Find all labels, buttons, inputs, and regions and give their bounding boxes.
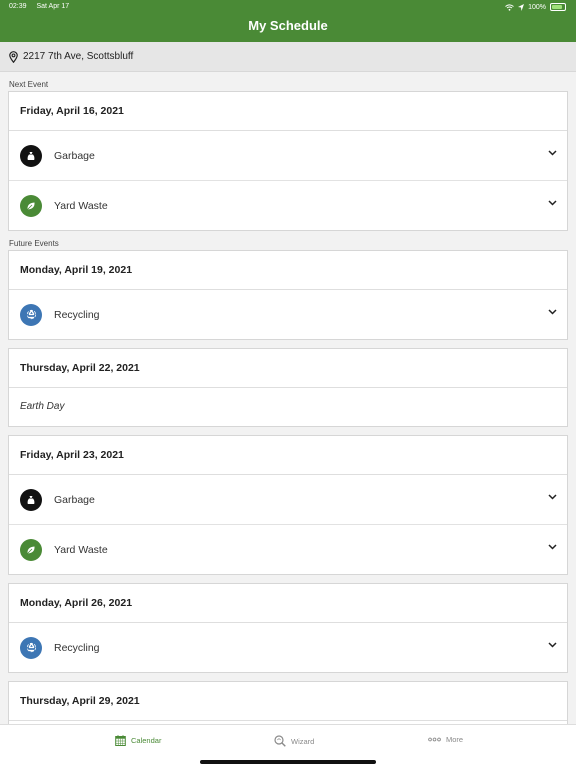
address-text: 2217 7th Ave, Scottsbluff [23,51,134,62]
tab-more[interactable]: More [428,735,463,744]
event-date: Monday, April 19, 2021 [9,251,567,290]
event-item-yard-waste[interactable]: Yard Waste [9,525,567,574]
garbage-bag-icon [20,144,42,167]
tab-label: Calendar [131,736,162,745]
more-icon [428,737,441,742]
item-label: Garbage [54,493,95,506]
leaf-icon [20,538,42,561]
garbage-bag-icon [20,488,42,511]
item-label: Yard Waste [54,543,108,556]
page-title: My Schedule [248,18,328,33]
event-item-garbage[interactable]: Garbage [9,475,567,525]
tab-calendar[interactable]: Calendar [115,735,161,746]
tab-label: More [446,735,464,744]
item-label: Yard Waste [54,199,108,212]
chevron-down-icon[interactable] [548,309,557,315]
tab-label: Wizard [291,736,315,746]
chevron-down-icon[interactable] [548,494,557,500]
status-bar-left: 02:39 Sat Apr 17 [9,3,77,10]
battery-icon [550,3,566,11]
leaf-icon [20,194,42,217]
event-item-yard-waste[interactable]: Yard Waste [9,181,567,230]
chevron-down-icon[interactable] [548,200,557,206]
event-date: Friday, April 16, 2021 [9,92,567,131]
chevron-down-icon[interactable] [548,150,557,156]
recycle-icon [20,303,42,326]
tab-wizard[interactable]: Wizard [274,735,314,747]
event-date: Monday, April 26, 2021 [9,584,567,623]
event-card: Thursday, April 29, 2021 [8,681,568,724]
event-date: Thursday, April 22, 2021 [9,349,567,388]
event-date: Thursday, April 29, 2021 [9,682,567,721]
item-label: Garbage [54,149,95,162]
status-date: Sat Apr 17 [36,3,70,10]
location-arrow-icon [518,3,525,11]
home-indicator [200,760,376,764]
event-date: Friday, April 23, 2021 [9,436,567,475]
item-label: Recycling [54,641,100,654]
event-card: Monday, April 26, 2021 Recycling [8,583,568,673]
next-event-label: Next Event [9,80,49,89]
event-card: Friday, April 23, 2021 Garbage Yard Wast… [8,435,568,575]
event-item-recycling[interactable]: Recycling [9,290,567,339]
battery-percent: 100% [528,3,546,11]
wifi-icon [505,3,514,11]
recycle-icon [20,636,42,659]
location-pin-icon [9,50,18,63]
app-header: 02:39 Sat Apr 17 100% My Schedule [0,0,576,42]
status-time: 02:39 [9,3,27,10]
event-card: Friday, April 16, 2021 Garbage Yard Wast… [8,91,568,231]
chevron-down-icon[interactable] [548,544,557,550]
item-label: Recycling [54,308,100,321]
event-note: Earth Day [20,401,65,412]
future-events-label: Future Events [9,239,59,248]
event-card: Monday, April 19, 2021 Recycling [8,250,568,340]
chevron-down-icon[interactable] [548,642,557,648]
event-card: Thursday, April 22, 2021 Earth Day [8,348,568,427]
schedule-list[interactable]: Next Event Friday, April 16, 2021 Garbag… [0,72,576,724]
event-item-recycling[interactable]: Recycling [9,623,567,672]
bottom-tab-bar: Calendar Wizard More [0,724,576,769]
status-bar-right: 100% [505,3,566,11]
event-item-garbage[interactable]: Garbage [9,131,567,181]
search-wizard-icon [274,735,286,747]
address-bar[interactable]: 2217 7th Ave, Scottsbluff [0,42,576,72]
calendar-icon [115,735,126,746]
